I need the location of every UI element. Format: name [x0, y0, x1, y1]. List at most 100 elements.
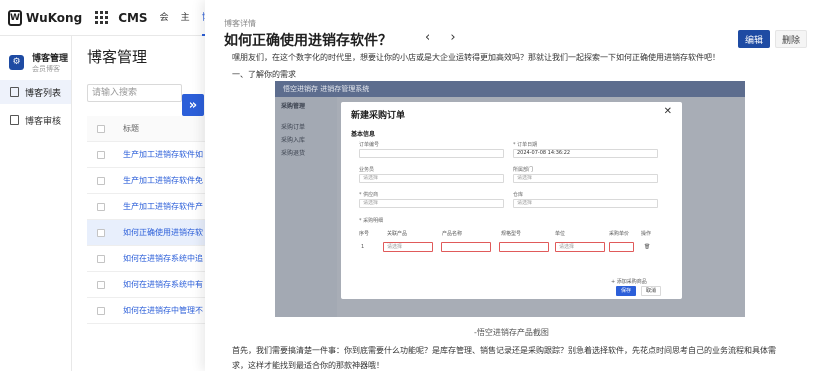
row-title-link[interactable]: 生产加工进销存软件如: [123, 149, 203, 160]
row-index: 1: [361, 244, 365, 250]
field-label: * 供应商: [359, 192, 379, 198]
screenshot-sidebar: 采购管理 采购订单 采购入库 采购退货: [275, 97, 337, 317]
image-caption: -悟空进销存产品截图: [474, 328, 549, 337]
screenshot-side-item: 采购退货: [281, 150, 306, 157]
document-icon: [10, 115, 19, 125]
table-row[interactable]: 生产加工进销存软件免: [87, 168, 205, 194]
product-screenshot-image: 悟空进销存 进销存管理系统 采购管理 采购订单 采购入库 采购退货 新建采购订单…: [275, 81, 745, 317]
screenshot-topbar: 悟空进销存 进销存管理系统: [275, 81, 745, 97]
nav-item-members[interactable]: 会员: [160, 0, 169, 59]
search-input[interactable]: 请输入搜索: [87, 84, 182, 102]
field-input: 请选择: [359, 174, 504, 183]
column-header: 操作: [641, 231, 652, 237]
modal-cancel-button: 取消: [641, 286, 661, 296]
add-product-link: + 添加采购商品: [611, 279, 647, 285]
apps-grid-icon[interactable]: [95, 11, 109, 24]
detail-label: * 采购明细: [359, 218, 384, 224]
cell-input: [499, 242, 549, 252]
table-row[interactable]: 生产加工进销存软件产: [87, 194, 205, 220]
table-row[interactable]: 生产加工进销存软件如: [87, 142, 205, 168]
field-input: [359, 149, 504, 158]
sidebar-item-label: 博客审核: [25, 116, 62, 127]
close-icon: ✕: [663, 106, 672, 117]
cell-input: [609, 242, 634, 252]
modal-title: 新建采购订单: [351, 111, 406, 121]
settings-icon: ⚙: [9, 54, 24, 70]
blog-table: 标题 生产加工进销存软件如 生产加工进销存软件免 生产加工进销存软件产 如何正确…: [87, 116, 205, 324]
top-navigation-bar: W WuKong CMS 会员 主题 博客: [0, 0, 211, 59]
record-navigation: ‹ ›: [425, 30, 472, 45]
sidebar-item-label: 博客列表: [25, 88, 62, 99]
row-checkbox[interactable]: [97, 176, 105, 185]
field-label: * 订单日期: [513, 142, 538, 148]
field-label: 订单编号: [359, 142, 380, 148]
document-icon: [10, 87, 19, 97]
field-label: 所属部门: [513, 167, 534, 173]
blog-title: 如何正确使用进销存软件？: [224, 33, 392, 49]
section-heading: 一、了解你的需求: [232, 70, 296, 79]
previous-arrow-icon[interactable]: ‹: [425, 30, 430, 45]
product-select: 请选择: [383, 242, 433, 252]
row-title-link[interactable]: 如何在进销存系统中追: [123, 253, 203, 264]
next-arrow-icon[interactable]: ›: [450, 30, 455, 45]
body-paragraph: 首先，我们需要搞清楚一件事：你到底需要什么功能呢？是库存管理、销售记录还是采购跟…: [232, 346, 776, 355]
screenshot-modal: 新建采购订单 ✕ 基本信息 订单编号 * 订单日期 2024-07-08 14:…: [341, 102, 682, 299]
blog-detail-drawer: 博客详情 如何正确使用进销存软件？ ‹ › 编辑 删除 嘿朋友们，在这个数字化的…: [205, 0, 820, 371]
sidebar-item-blog-review[interactable]: 博客审核: [0, 108, 71, 132]
row-checkbox[interactable]: [97, 306, 105, 315]
row-title-link[interactable]: 如何在进销存中管理不: [123, 305, 203, 316]
field-label: 仓库: [513, 192, 524, 198]
column-header: 产品名称: [442, 231, 463, 237]
table-header-row: 标题: [87, 116, 205, 142]
column-header: 序号: [359, 231, 370, 237]
sidebar-title: 博客管理: [32, 53, 69, 64]
field-input: 请选择: [513, 174, 658, 183]
unit-select: 请选择: [555, 242, 605, 252]
column-header: 规格型号: [501, 231, 522, 237]
field-input: 请选择: [513, 199, 658, 208]
row-checkbox[interactable]: [97, 228, 105, 237]
edit-button[interactable]: 编辑: [738, 30, 770, 48]
column-header: 采购单价: [609, 231, 630, 237]
row-checkbox[interactable]: [97, 254, 105, 263]
nav-item-themes[interactable]: 主题: [181, 0, 190, 59]
row-title-link[interactable]: 生产加工进销存软件免: [123, 175, 203, 186]
wukong-logo-icon: W: [8, 9, 22, 26]
modal-section-title: 基本信息: [351, 131, 376, 138]
column-header: 关联产品: [387, 231, 408, 237]
screenshot-side-item: 采购订单: [281, 124, 306, 131]
table-row-selected[interactable]: 如何正确使用进销存软: [87, 220, 205, 246]
row-checkbox[interactable]: [97, 150, 105, 159]
screenshot-side-title: 采购管理: [281, 103, 306, 110]
cell-input: [441, 242, 491, 252]
table-row[interactable]: 如何在进销存系统中有: [87, 272, 205, 298]
sidebar: ⚙ 博客管理 会员博客 博客列表 博客审核: [0, 36, 72, 371]
sidebar-header: ⚙ 博客管理 会员博客: [0, 36, 71, 76]
panel-label: 博客详情: [224, 19, 256, 28]
table-row[interactable]: 如何在进销存系统中追: [87, 246, 205, 272]
field-label: 业务员: [359, 167, 375, 173]
row-title-link[interactable]: 生产加工进销存软件产: [123, 201, 203, 212]
page-title: 博客管理: [87, 48, 148, 66]
logo-text: WuKong: [25, 10, 83, 25]
modal-save-button: 保存: [616, 286, 636, 296]
row-checkbox[interactable]: [97, 202, 105, 211]
expand-panel-button[interactable]: »: [182, 94, 204, 116]
row-checkbox[interactable]: [97, 280, 105, 289]
sidebar-subtitle: 会员博客: [32, 64, 60, 73]
sidebar-item-blog-list[interactable]: 博客列表: [0, 80, 71, 104]
blog-list-panel: 博客管理 请输入搜索 标题 生产加工进销存软件如 生产加工进销存软件免 生产加工…: [72, 36, 205, 371]
column-header: 单位: [555, 231, 566, 237]
field-input: 请选择: [359, 199, 504, 208]
field-input: 2024-07-08 14:36:22: [513, 149, 658, 158]
delete-button[interactable]: 删除: [775, 30, 807, 48]
trash-icon: 🗑: [644, 244, 651, 250]
screenshot-side-item: 采购入库: [281, 137, 306, 144]
nav-cms[interactable]: CMS: [118, 11, 147, 25]
row-title-link[interactable]: 如何在进销存系统中有: [123, 279, 203, 290]
row-title-link[interactable]: 如何正确使用进销存软: [123, 227, 203, 238]
table-row[interactable]: 如何在进销存中管理不: [87, 298, 205, 324]
intro-paragraph: 嘿朋友们，在这个数字化的时代里，想要让你的小店或是大企业运转得更加高效吗？那就让…: [232, 53, 720, 62]
select-all-checkbox[interactable]: [97, 124, 105, 133]
screenshot-app-title: 悟空进销存 进销存管理系统: [283, 85, 370, 93]
